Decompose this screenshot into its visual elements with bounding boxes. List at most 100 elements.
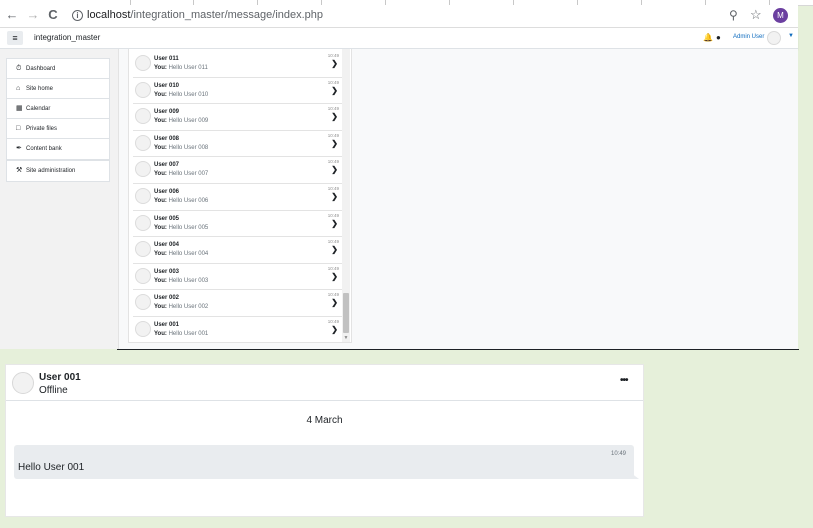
preview-text: Hello User 002 [168,304,209,311]
conversation-item[interactable]: User 011 You: Hello User 011 10:49 ❯ [133,51,343,78]
bookmark-star-icon[interactable]: ☆ [750,7,762,23]
bell-icon[interactable]: 🔔 [703,33,713,42]
conversation-preview: You: Hello User 006 [154,198,208,204]
reload-icon[interactable]: C [46,8,60,22]
conversation-time: 10:49 [327,265,339,271]
message-bubble[interactable]: 10:49 Hello User 001 [14,445,639,479]
preview-text: Hello User 005 [168,224,209,231]
preview-text: Hello User 010 [168,91,209,98]
scroll-down-arrow-icon[interactable]: ▼ [342,334,350,342]
user-menu-name[interactable]: Admin User [733,34,764,40]
conversation-item[interactable]: User 010 You: Hello User 010 10:49 ❯ [133,78,343,105]
nav-group-admin: ⚒ Site administration [6,160,110,182]
hamburger-menu-icon[interactable]: ≡ [7,31,23,45]
conversation-panel: User 001 Offline ••• 4 March 10:49 Hello… [5,364,644,517]
preview-prefix: You: [154,91,167,98]
conversation-time: 10:49 [327,53,339,58]
nav-item-dashboard[interactable]: ⏱ Dashboard [7,59,109,79]
conversation-time: 10:49 [327,132,339,138]
conversation-user-name[interactable]: User 001 [39,372,81,383]
conversation-name: User 005 [154,215,180,222]
tachometer-icon: ⏱ [16,65,22,72]
conversation-item[interactable]: User 006 You: Hello User 006 10:49 ❯ [133,184,343,211]
preview-prefix: You: [154,251,167,258]
conversation-time: 10:49 [327,239,339,245]
conversation-item[interactable]: User 008 You: Hello User 008 10:49 ❯ [133,131,343,158]
preview-text: Hello User 006 [168,198,209,204]
site-name-link[interactable]: integration_master [34,33,100,42]
preview-prefix: You: [154,224,167,231]
conversation-name: User 007 [154,162,180,169]
conversation-preview: You: Hello User 007 [154,171,208,177]
conversation-item[interactable]: User 009 You: Hello User 009 10:49 ❯ [133,104,343,131]
conversation-item[interactable]: User 004 You: Hello User 004 10:49 ❯ [133,237,343,264]
day-separator: 4 March [306,415,343,426]
nav-item-label: Content bank [26,146,62,152]
nav-item-content-bank[interactable]: ✒ Content bank [7,139,109,159]
conversation-time: 10:49 [327,79,339,85]
conversation-name: User 002 [154,295,180,302]
chevron-right-icon: ❯ [331,325,338,334]
address-bar[interactable]: localhost/integration_master/message/ind… [87,9,323,21]
conversation-preview: You: Hello User 001 [154,331,208,337]
avatar [135,214,151,231]
conversation-preview: You: Hello User 003 [154,278,208,284]
preview-text: Hello User 007 [168,171,209,178]
browser-toolbar: ← → C i localhost/integration_master/mes… [0,5,798,28]
conversation-name: User 003 [154,268,180,275]
calendar-icon: ▦ [16,105,23,112]
conversation-name: User 006 [154,189,180,195]
preview-prefix: You: [154,277,167,284]
conversation-item[interactable]: User 007 You: Hello User 007 10:49 ❯ [133,157,343,184]
nav-item-private-files[interactable]: □ Private files [7,119,109,139]
nav-item-site-administration[interactable]: ⚒ Site administration [7,161,109,181]
scrollbar-thumb[interactable] [343,293,349,333]
chevron-right-icon: ❯ [331,112,338,122]
nav-item-label: Calendar [26,106,51,112]
user-status: Offline [39,385,68,396]
avatar [135,321,151,337]
caret-down-icon[interactable]: ▼ [788,33,794,39]
conversation-name: User 010 [154,82,180,89]
nav-item-site-home[interactable]: ⌂ Site home [7,79,109,99]
more-options-icon[interactable]: ••• [620,375,628,386]
preview-text: Hello User 008 [168,144,209,151]
forward-icon[interactable]: → [26,8,40,22]
site-info-icon[interactable]: i [72,10,83,21]
chevron-right-icon: ❯ [331,192,338,201]
preview-prefix: You: [154,171,167,178]
preview-prefix: You: [154,144,167,151]
conversation-preview: You: Hello User 008 [154,145,208,151]
user-avatar[interactable] [767,31,781,45]
moodle-navbar: ≡ integration_master 🔔 ● Admin User ▼ [0,28,798,49]
nav-item-calendar[interactable]: ▦ Calendar [7,99,109,119]
zoom-icon[interactable]: ⚲ [729,8,738,22]
conversation-preview: You: Hello User 005 [154,225,208,231]
conversation-time: 10:49 [327,159,339,165]
preview-text: Hello User 011 [168,65,208,71]
preview-prefix: You: [154,118,167,125]
conversation-name: User 004 [154,242,180,249]
avatar[interactable] [12,372,34,394]
conversation-item[interactable]: User 002 You: Hello User 002 10:49 ❯ [133,290,343,317]
conversation-time: 10:49 [327,319,339,324]
url-path: /integration_master/message/index.php [130,9,324,21]
avatar [135,81,151,98]
conversation-item[interactable]: User 003 You: Hello User 003 10:49 ❯ [133,264,343,291]
conversation-preview: You: Hello User 011 [154,65,208,71]
chevron-right-icon: ❯ [331,85,338,95]
url-host: localhost [87,9,131,21]
chat-bubble-icon[interactable]: ● [716,33,721,42]
avatar [135,241,151,258]
conversation-time: 10:49 [327,212,339,218]
conversation-time: 10:49 [327,106,339,112]
preview-text: Hello User 009 [168,118,209,125]
avatar [135,267,151,284]
conversation-item[interactable]: User 001 You: Hello User 001 10:49 ❯ [133,317,343,344]
file-icon: □ [16,125,21,132]
back-icon[interactable]: ← [5,8,19,22]
message-text: Hello User 001 [18,462,85,473]
browser-profile-avatar[interactable]: M [773,8,788,23]
chevron-right-icon: ❯ [331,165,338,175]
conversation-item[interactable]: User 005 You: Hello User 005 10:49 ❯ [133,211,343,238]
